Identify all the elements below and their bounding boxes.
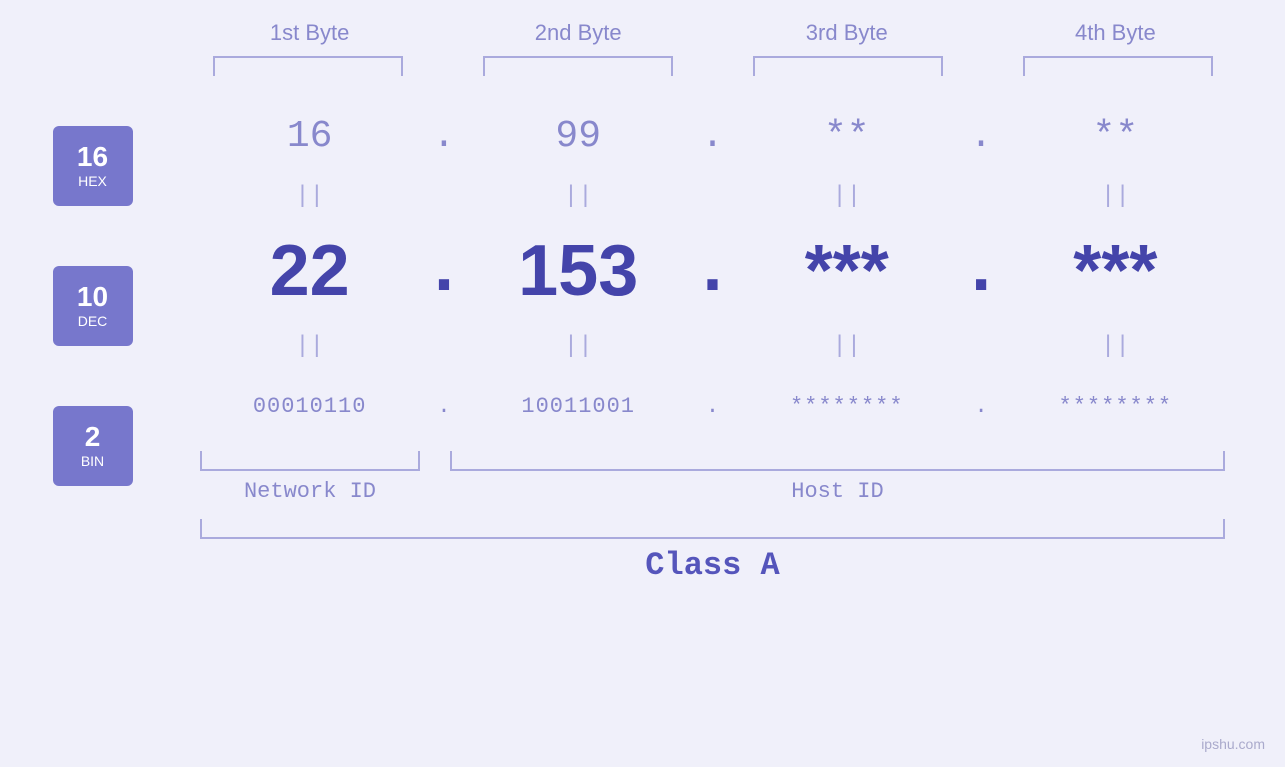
dec-dot-2: .: [697, 230, 727, 312]
bin-val-4: ********: [1015, 394, 1215, 419]
byte-header-1: 1st Byte: [210, 20, 410, 46]
byte-headers-row: 1st Byte 2nd Byte 3rd Byte 4th Byte: [140, 20, 1285, 46]
bin-badge-label: BIN: [81, 453, 104, 469]
dec-badge-label: DEC: [78, 313, 108, 329]
eq2-3: ||: [747, 333, 947, 360]
host-id-label: Host ID: [450, 479, 1225, 504]
dec-dot-3: .: [966, 230, 996, 312]
bin-badge: 2 BIN: [53, 406, 133, 486]
hex-val-1: 16: [210, 115, 410, 158]
bin-val-1: 00010110: [210, 394, 410, 419]
hex-dot-3: .: [966, 115, 996, 158]
equals-row-2: || || || ||: [140, 326, 1285, 366]
hex-dot-2: .: [697, 115, 727, 158]
eq1-3: ||: [747, 183, 947, 210]
hex-val-2: 99: [478, 115, 678, 158]
bin-val-2: 10011001: [478, 394, 678, 419]
bracket-byte-1: [213, 56, 403, 76]
bracket-byte-3: [753, 56, 943, 76]
hex-val-4: **: [1015, 115, 1215, 158]
dec-badge-num: 10: [77, 283, 108, 311]
host-bracket: [450, 451, 1225, 471]
class-label-row: Class A: [140, 547, 1285, 584]
hex-row: 16 . 99 . ** . **: [140, 96, 1285, 176]
eq1-4: ||: [1015, 183, 1215, 210]
hex-badge-label: HEX: [78, 173, 107, 189]
hex-badge: 16 HEX: [53, 126, 133, 206]
bin-val-3: ********: [747, 394, 947, 419]
class-label: Class A: [645, 547, 779, 584]
hex-badge-num: 16: [77, 143, 108, 171]
content-area: 16 HEX 10 DEC 2 BIN 16 .: [0, 96, 1285, 584]
bottom-brackets: [140, 451, 1285, 471]
class-bracket: [200, 519, 1225, 539]
equals-row-1: || || || ||: [140, 176, 1285, 216]
hex-dot-1: .: [429, 115, 459, 158]
bin-dot-1: .: [429, 394, 459, 419]
bin-row: 00010110 . 10011001 . ******** .: [140, 366, 1285, 446]
dec-val-2: 153: [478, 230, 678, 312]
badges-column: 16 HEX 10 DEC 2 BIN: [0, 96, 140, 486]
dec-val-1: 22: [210, 230, 410, 312]
bin-dot-3: .: [966, 394, 996, 419]
class-bracket-row: [140, 519, 1285, 539]
bracket-byte-2: [483, 56, 673, 76]
dec-val-3: ***: [747, 230, 947, 312]
values-area: 16 . 99 . ** . **: [140, 96, 1285, 584]
watermark: ipshu.com: [1201, 736, 1265, 752]
network-bracket: [200, 451, 420, 471]
eq1-2: ||: [478, 183, 678, 210]
dec-val-4: ***: [1015, 230, 1215, 312]
eq1-1: ||: [210, 183, 410, 210]
top-brackets-row: [140, 56, 1285, 76]
byte-header-4: 4th Byte: [1015, 20, 1215, 46]
byte-header-3: 3rd Byte: [747, 20, 947, 46]
byte-header-2: 2nd Byte: [478, 20, 678, 46]
main-container: 1st Byte 2nd Byte 3rd Byte 4th Byte 16 H…: [0, 0, 1285, 767]
hex-val-3: **: [747, 115, 947, 158]
dec-dot-1: .: [429, 230, 459, 312]
dec-badge: 10 DEC: [53, 266, 133, 346]
bin-dot-2: .: [697, 394, 727, 419]
eq2-2: ||: [478, 333, 678, 360]
dec-row: 22 . 153 . *** . ***: [140, 216, 1285, 326]
network-id-label: Network ID: [200, 479, 420, 504]
bracket-byte-4: [1023, 56, 1213, 76]
bin-badge-num: 2: [85, 423, 101, 451]
eq2-1: ||: [210, 333, 410, 360]
id-labels-row: Network ID Host ID: [140, 479, 1285, 504]
eq2-4: ||: [1015, 333, 1215, 360]
